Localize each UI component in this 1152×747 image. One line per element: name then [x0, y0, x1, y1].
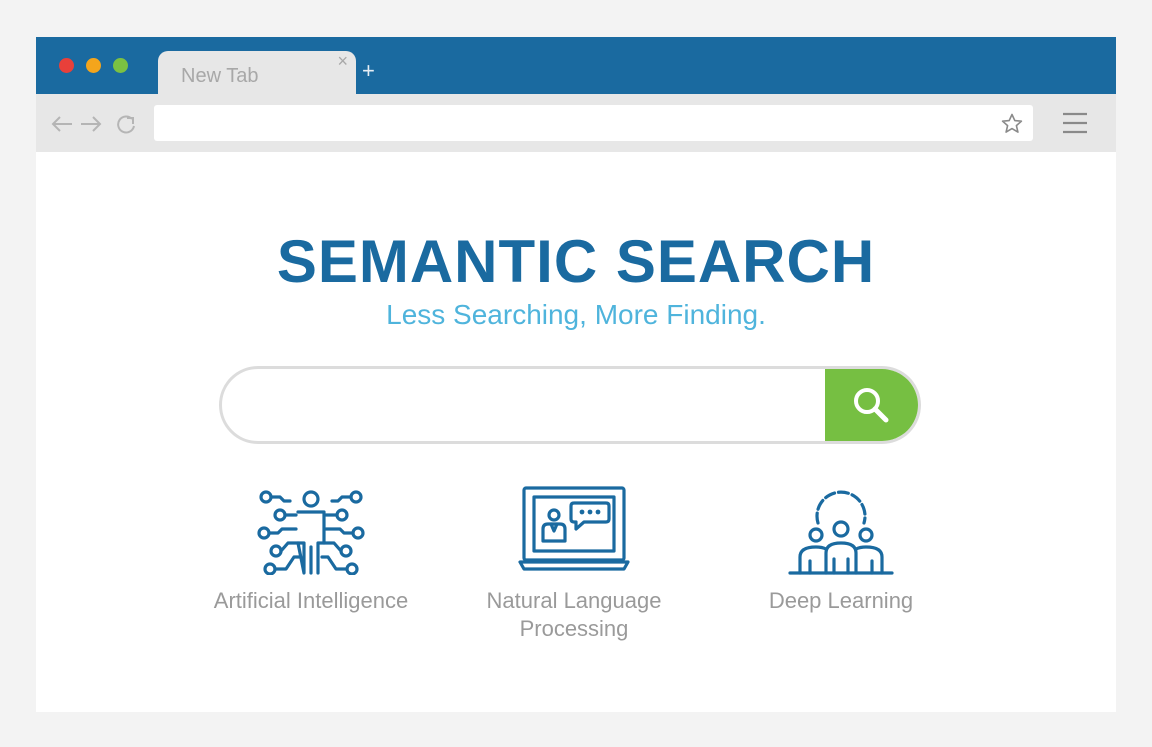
team-learning-icon: [788, 490, 894, 575]
feature-label-line: Natural Language: [486, 588, 662, 613]
search-input[interactable]: [242, 369, 816, 441]
forward-arrow-icon[interactable]: [79, 114, 103, 139]
new-tab-button[interactable]: +: [362, 59, 375, 83]
feature-natural-language-processing: Natural Language Processing: [449, 485, 699, 643]
feature-deep-learning: Deep Learning: [716, 485, 966, 615]
browser-toolbar: [36, 94, 1116, 152]
tab-close-icon[interactable]: ×: [337, 51, 348, 72]
close-window-button[interactable]: [59, 58, 74, 73]
search-icon: [854, 388, 889, 423]
tab-title: New Tab: [181, 65, 259, 87]
minimize-window-button[interactable]: [86, 58, 101, 73]
feature-label: Deep Learning: [768, 588, 914, 613]
browser-titlebar: New Tab × +: [36, 37, 1116, 95]
browser-window: New Tab × + SEMANTIC SEARCH Less Searchi…: [36, 37, 1116, 712]
reload-icon[interactable]: [115, 114, 137, 141]
back-arrow-icon[interactable]: [50, 114, 74, 139]
search-button[interactable]: [825, 369, 918, 441]
bookmark-star-icon[interactable]: [1001, 113, 1023, 139]
laptop-chat-icon: [518, 486, 630, 571]
search-bar: [219, 366, 921, 444]
maximize-window-button[interactable]: [113, 58, 128, 73]
page-title: SEMANTIC SEARCH: [276, 228, 876, 295]
tab-new-tab[interactable]: New Tab ×: [158, 51, 356, 95]
feature-artificial-intelligence: Artificial Intelligence: [186, 485, 436, 615]
address-bar[interactable]: [154, 105, 1033, 141]
feature-label: Natural Language Processing: [449, 587, 699, 643]
page-subtitle: Less Searching, More Finding.: [386, 299, 766, 330]
ai-person-circuit-icon: [257, 490, 365, 575]
hamburger-menu-icon[interactable]: [1062, 112, 1088, 139]
feature-label: Artificial Intelligence: [213, 588, 409, 613]
feature-label-line: Processing: [519, 616, 629, 641]
